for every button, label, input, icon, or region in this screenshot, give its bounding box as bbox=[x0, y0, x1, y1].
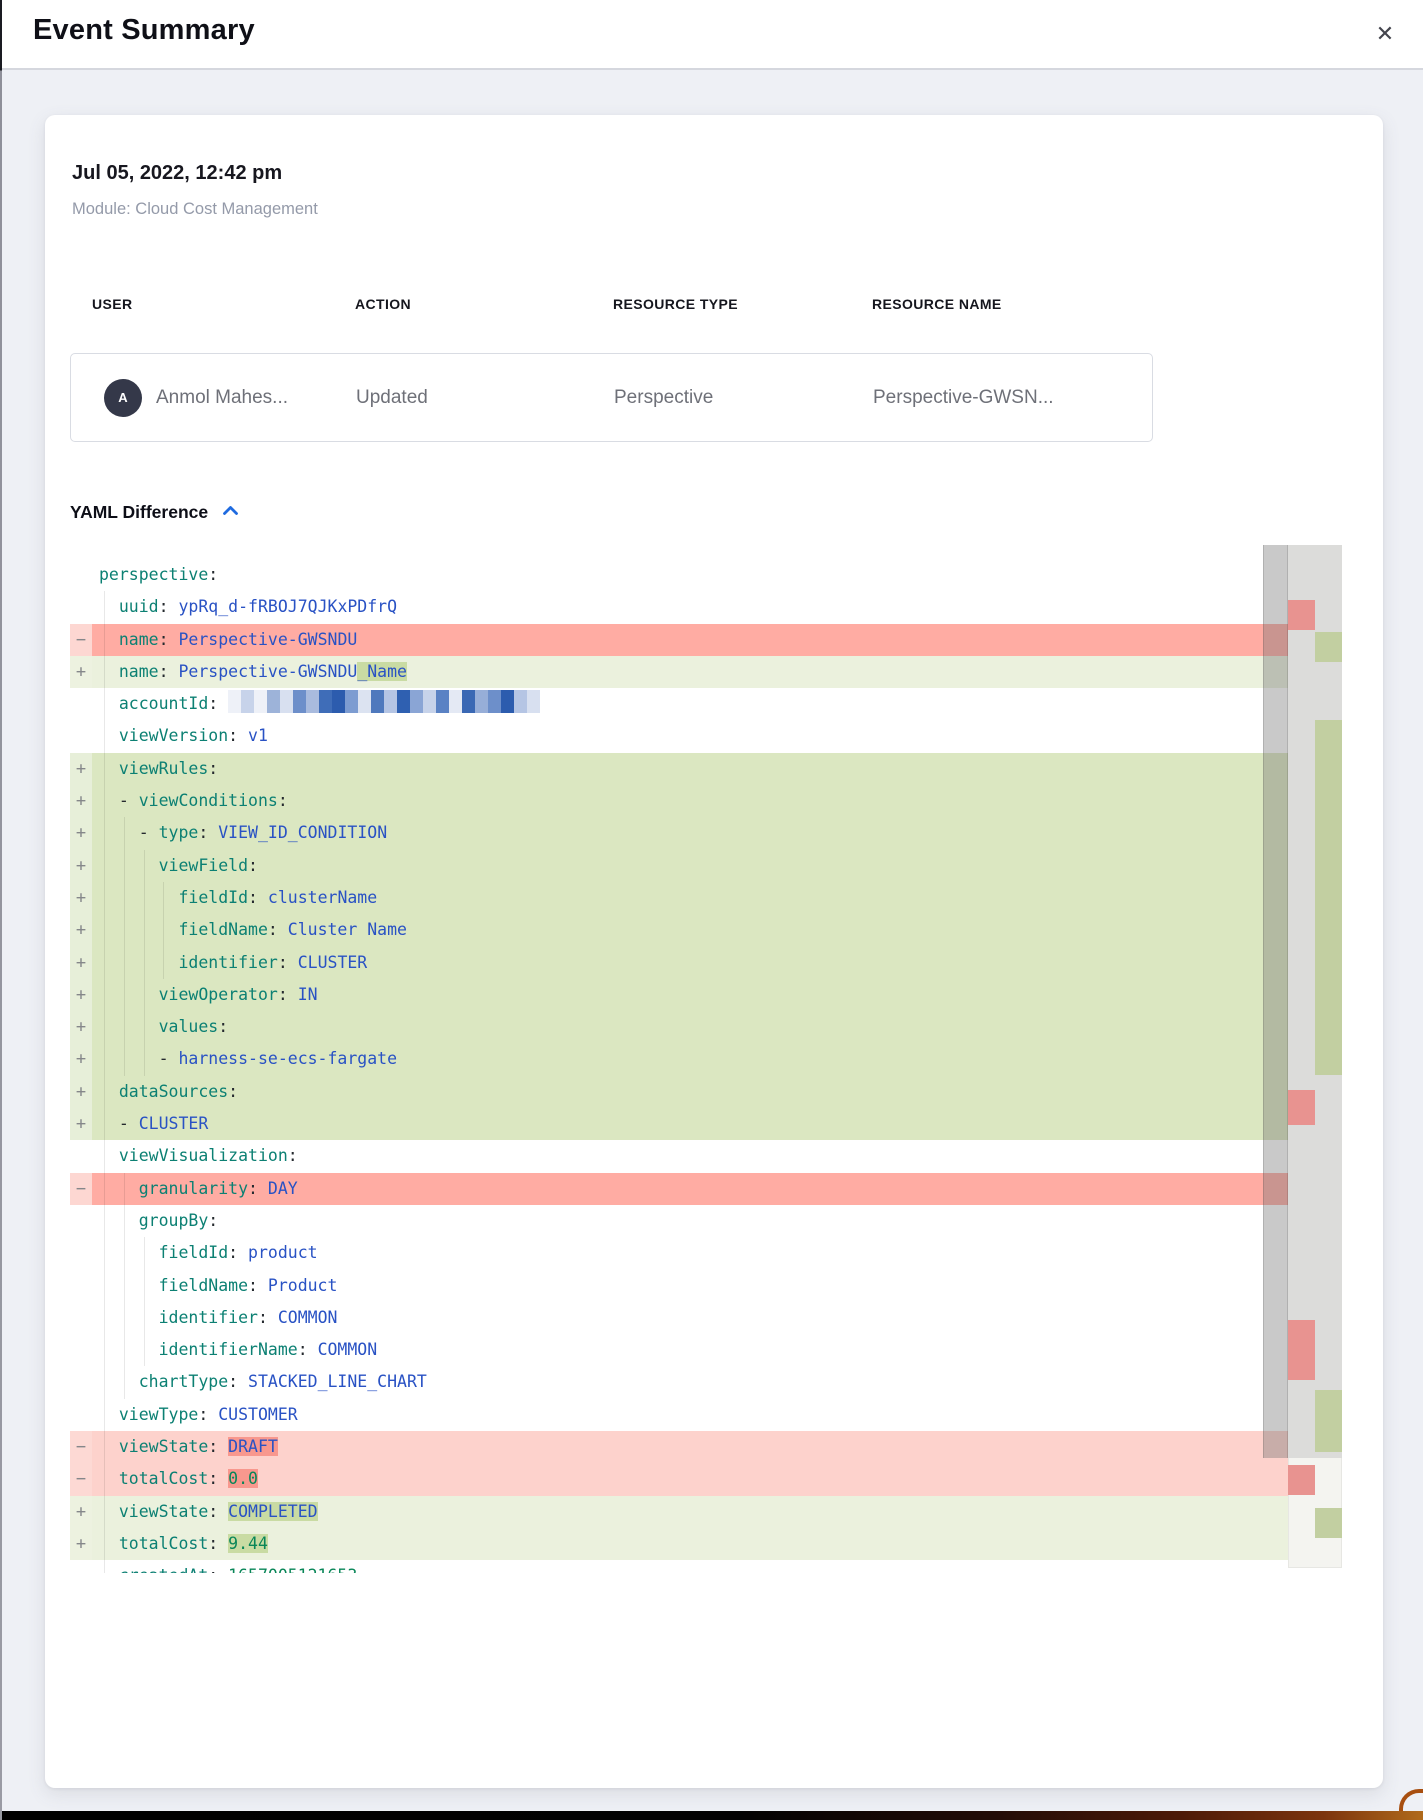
diff-line: + fieldName: Cluster Name bbox=[70, 914, 1288, 946]
column-header-resource-name: RESOURCE NAME bbox=[872, 296, 1002, 312]
minimap-removed-marker bbox=[1288, 1090, 1315, 1125]
diff-line: accountId: bbox=[70, 688, 1288, 720]
event-summary-modal: Event Summary ✕ Jul 05, 2022, 12:42 pm M… bbox=[0, 0, 1423, 1820]
diff-line: + - CLUSTER bbox=[70, 1108, 1288, 1140]
modal-header: Event Summary ✕ bbox=[0, 0, 1423, 70]
row-resource-name: Perspective-GWSN... bbox=[873, 387, 1054, 409]
minimap-removed-marker bbox=[1288, 1465, 1315, 1495]
minimap-added-marker bbox=[1315, 720, 1342, 1075]
column-header-user: USER bbox=[92, 296, 133, 312]
diff-line: + totalCost: 9.44 bbox=[70, 1528, 1288, 1560]
diff-line: + - harness-se-ecs-fargate bbox=[70, 1043, 1288, 1075]
minimap-removed-marker bbox=[1288, 1320, 1315, 1380]
diff-line: fieldId: product bbox=[70, 1237, 1288, 1269]
minimap-added-marker bbox=[1315, 632, 1342, 662]
minimap-removed-marker bbox=[1288, 600, 1315, 630]
diff-line: createdAt: 1657005121653 bbox=[70, 1560, 1288, 1573]
minimap-added-marker bbox=[1315, 1508, 1342, 1538]
diff-scrollbar-slider[interactable] bbox=[1263, 545, 1288, 1458]
avatar: A bbox=[104, 379, 142, 417]
diff-line: uuid: ypRq_d-fRBOJ7QJKxPDfrQ bbox=[70, 591, 1288, 623]
diff-line: + - type: VIEW_ID_CONDITION bbox=[70, 817, 1288, 849]
close-icon[interactable]: ✕ bbox=[1369, 18, 1401, 50]
event-timestamp: Jul 05, 2022, 12:42 pm bbox=[72, 162, 282, 185]
diff-line: − viewState: DRAFT bbox=[70, 1431, 1288, 1463]
row-user: Anmol Mahes... bbox=[156, 387, 288, 409]
diff-line: + - viewConditions: bbox=[70, 785, 1288, 817]
diff-line: − name: Perspective-GWSNDU bbox=[70, 624, 1288, 656]
bottom-screen-edge bbox=[0, 1811, 1423, 1820]
yaml-diff-viewer: perspective: uuid: ypRq_d-fRBOJ7QJKxPDfr… bbox=[70, 559, 1288, 1573]
modal-left-edge bbox=[0, 0, 2, 1820]
diff-line: viewType: CUSTOMER bbox=[70, 1399, 1288, 1431]
diff-line: perspective: bbox=[70, 559, 1288, 591]
row-resource-type: Perspective bbox=[614, 387, 713, 409]
diff-line: chartType: STACKED_LINE_CHART bbox=[70, 1366, 1288, 1398]
yaml-difference-label: YAML Difference bbox=[70, 502, 208, 522]
diff-line: identifier: COMMON bbox=[70, 1302, 1288, 1334]
diff-line: + viewRules: bbox=[70, 753, 1288, 785]
chevron-up-icon[interactable] bbox=[208, 502, 239, 522]
diff-line: identifierName: COMMON bbox=[70, 1334, 1288, 1366]
minimap-added-marker bbox=[1315, 1390, 1342, 1452]
diff-line: + fieldId: clusterName bbox=[70, 882, 1288, 914]
diff-minimap[interactable] bbox=[1288, 545, 1342, 1568]
diff-line: + name: Perspective-GWSNDU_Name bbox=[70, 656, 1288, 688]
diff-line: + values: bbox=[70, 1011, 1288, 1043]
diff-line: − totalCost: 0.0 bbox=[70, 1463, 1288, 1495]
diff-line: + viewField: bbox=[70, 850, 1288, 882]
redacted-value bbox=[228, 690, 540, 713]
diff-line: viewVersion: v1 bbox=[70, 720, 1288, 752]
diff-line: groupBy: bbox=[70, 1205, 1288, 1237]
diff-line: fieldName: Product bbox=[70, 1270, 1288, 1302]
background-window-corner bbox=[1399, 1789, 1423, 1811]
column-header-resource-type: RESOURCE TYPE bbox=[613, 296, 738, 312]
diff-line: + dataSources: bbox=[70, 1076, 1288, 1108]
page-title: Event Summary bbox=[33, 14, 255, 47]
event-module-label: Module: Cloud Cost Management bbox=[72, 200, 318, 219]
diff-line: + viewState: COMPLETED bbox=[70, 1496, 1288, 1528]
row-action: Updated bbox=[356, 387, 428, 409]
diff-line: viewVisualization: bbox=[70, 1140, 1288, 1172]
column-header-action: ACTION bbox=[355, 296, 411, 312]
diff-line: + identifier: CLUSTER bbox=[70, 947, 1288, 979]
yaml-difference-toggle[interactable]: YAML Difference bbox=[70, 502, 239, 523]
diff-line: − granularity: DAY bbox=[70, 1173, 1288, 1205]
diff-line: + viewOperator: IN bbox=[70, 979, 1288, 1011]
table-row: A Anmol Mahes... Updated Perspective Per… bbox=[70, 353, 1153, 442]
